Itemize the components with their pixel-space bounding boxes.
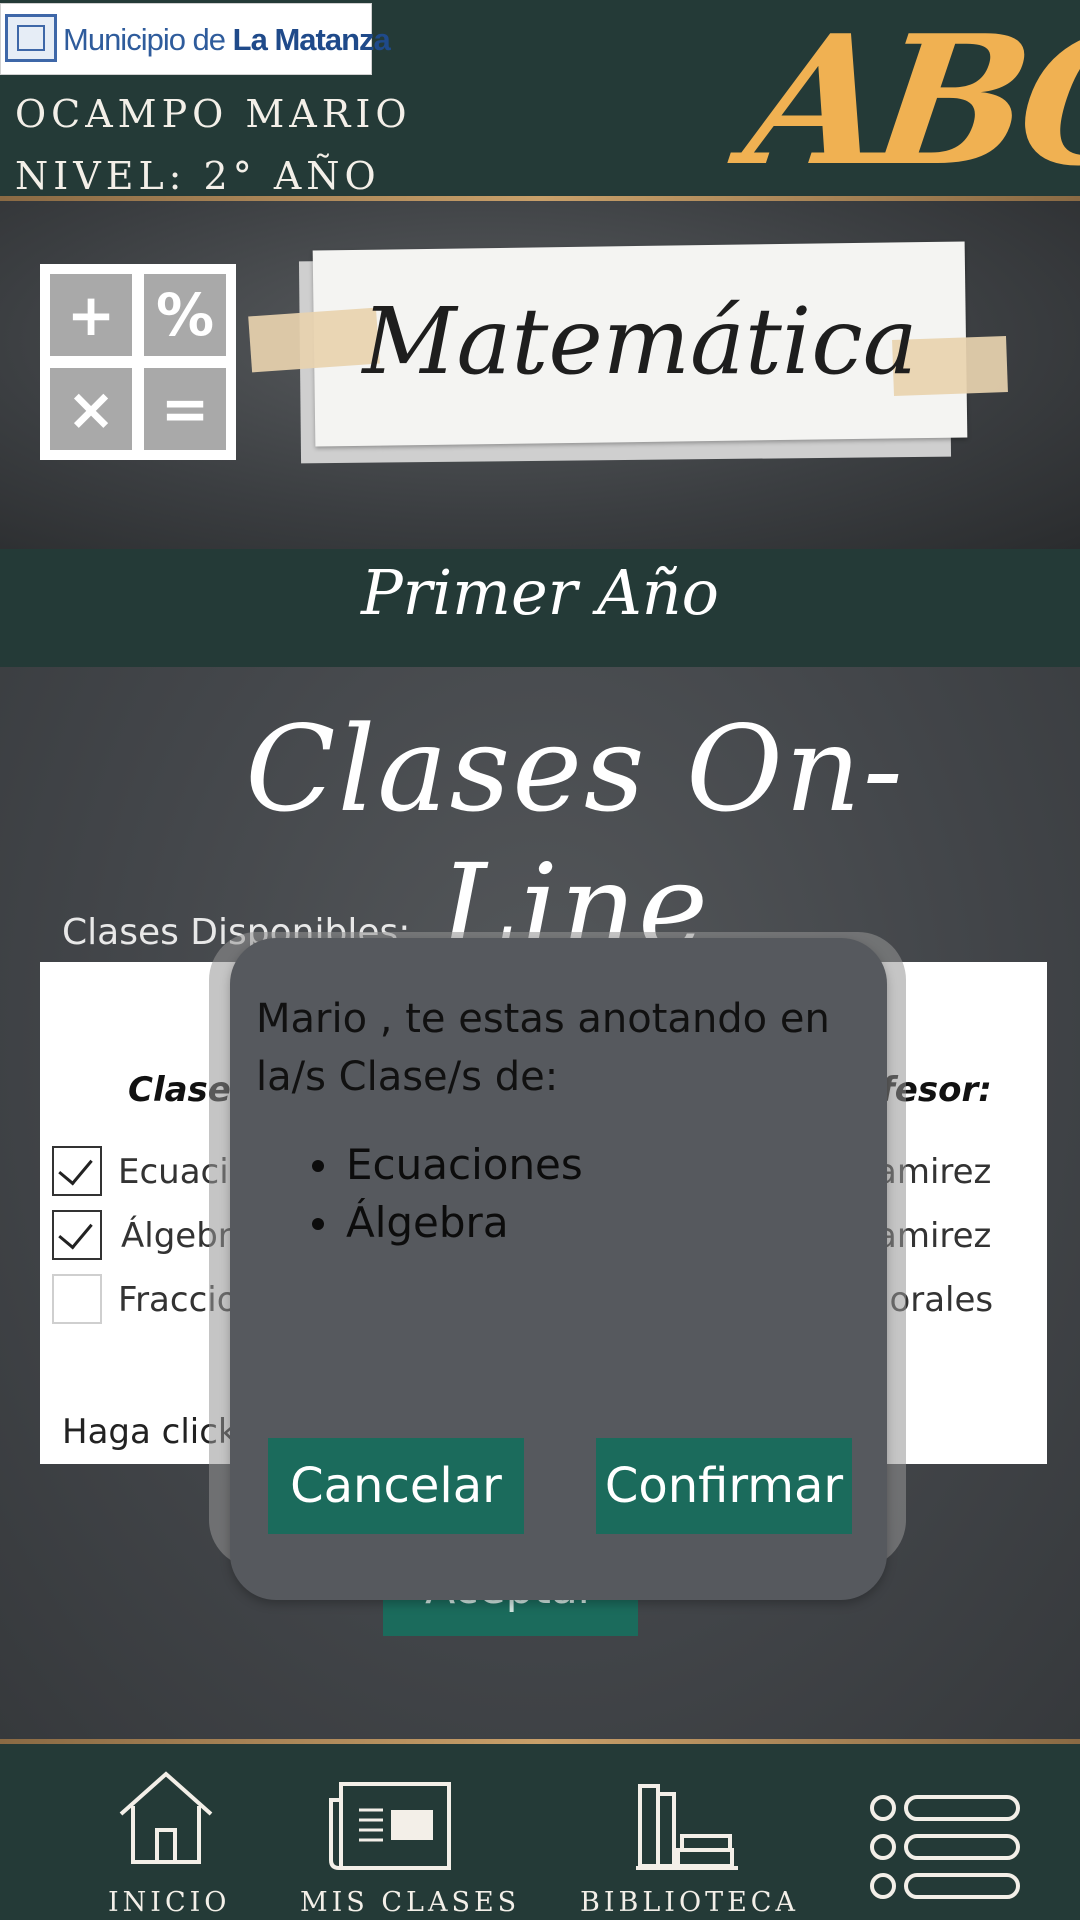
dialog-message: Mario , te estas anotando en la/s Clase/… xyxy=(256,996,830,1100)
user-name: OCAMPO MARIO xyxy=(15,92,412,136)
equals-symbol: = xyxy=(144,368,226,450)
calculator-icon: + % × = xyxy=(40,264,236,460)
nav-label-mis-clases[interactable]: MIS CLASES xyxy=(300,1887,516,1918)
cancel-button[interactable]: Cancelar xyxy=(268,1438,524,1534)
dialog-class-list: Ecuaciones Álgebra xyxy=(300,1136,583,1252)
home-icon[interactable] xyxy=(117,1770,215,1870)
municipio-logo: Municipio de La Matanza xyxy=(0,3,391,75)
confirm-button[interactable]: Confirmar xyxy=(596,1438,852,1534)
municipio-logo-text: Municipio de La Matanza xyxy=(63,22,391,57)
nav-label-inicio[interactable]: INICIO xyxy=(108,1887,228,1918)
times-symbol: × xyxy=(50,368,132,450)
dialog-class-item: Álgebra xyxy=(300,1194,583,1252)
subject-title: Matemática xyxy=(362,288,918,395)
abc-brand-logo: ABC xyxy=(735,0,1080,205)
checkmark-icon xyxy=(58,1213,93,1250)
checkmark-icon xyxy=(58,1149,93,1186)
year-title: Primer Año xyxy=(360,556,720,629)
class-checkbox-ecuaciones[interactable] xyxy=(52,1146,102,1196)
user-level: NIVEL: 2° AÑO xyxy=(15,154,381,198)
percent-symbol: % xyxy=(144,274,226,356)
books-icon[interactable] xyxy=(634,1780,740,1876)
class-checkbox-algebra[interactable] xyxy=(52,1210,102,1260)
plus-symbol: + xyxy=(50,274,132,356)
menu-list-icon[interactable] xyxy=(868,1793,1024,1907)
municipio-seal-icon xyxy=(5,14,57,62)
dialog-class-item: Ecuaciones xyxy=(300,1136,583,1194)
class-checkbox-fracciones[interactable] xyxy=(52,1274,102,1324)
nav-label-biblioteca[interactable]: BIBLIOTECA xyxy=(580,1887,795,1918)
newspaper-icon[interactable] xyxy=(327,1780,453,1876)
